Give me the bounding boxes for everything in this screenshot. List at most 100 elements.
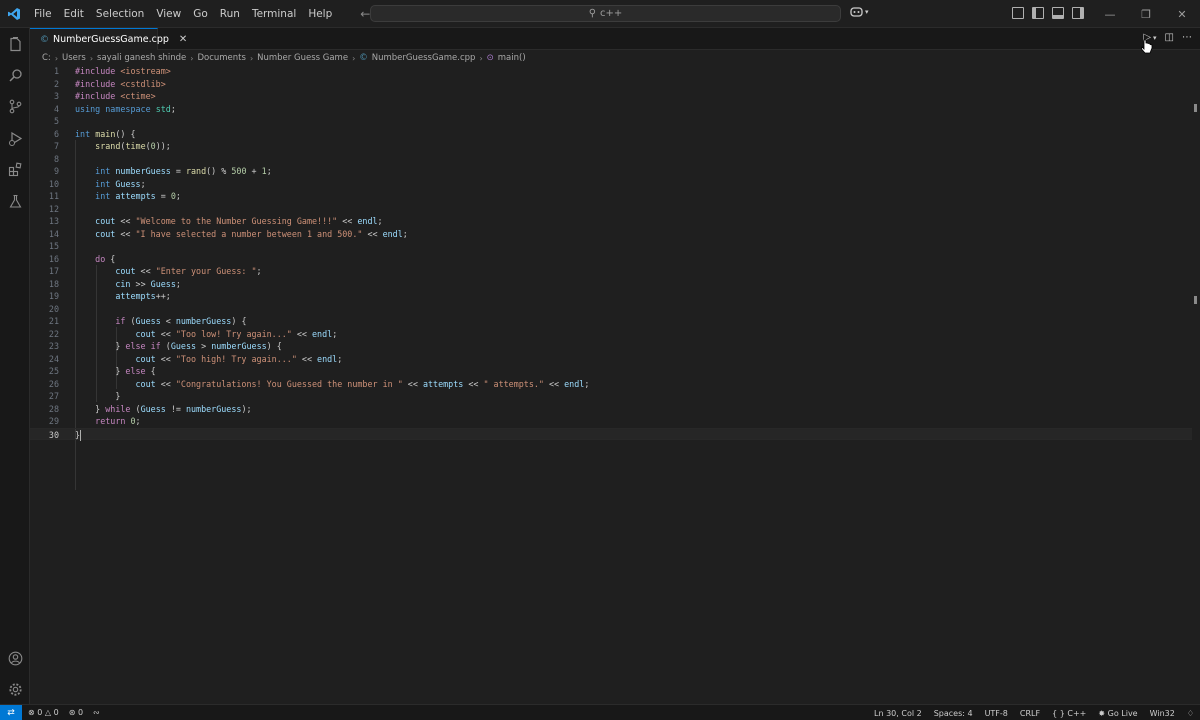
menu-file[interactable]: File (28, 0, 58, 28)
code-line[interactable]: 17 cout << "Enter your Guess: "; (30, 265, 1192, 278)
chevron-right-icon: › (352, 53, 356, 63)
code-line[interactable]: 7 srand(time(0)); (30, 140, 1192, 153)
line-number: 6 (53, 128, 59, 139)
language-mode[interactable]: { } C++ (1052, 709, 1086, 718)
breadcrumb-item[interactable]: sayali ganesh shinde (97, 53, 186, 63)
breadcrumb-item[interactable]: C: (42, 53, 51, 63)
code-line[interactable]: 13 cout << "Welcome to the Number Guessi… (30, 215, 1192, 228)
code-text: cout << "Congratulations! You Guessed th… (135, 378, 590, 389)
explorer-icon[interactable] (7, 36, 23, 52)
code-line[interactable]: 20 (30, 303, 1192, 316)
breadcrumb-item[interactable]: Users (62, 53, 86, 63)
code-line[interactable]: 12 (30, 203, 1192, 216)
code-text: } (75, 391, 121, 401)
code-line[interactable]: 29 return 0; (30, 415, 1192, 428)
code-line[interactable]: 22 cout << "Too low! Try again..." << en… (30, 328, 1192, 341)
tab-numberguessgame-cpp[interactable]: © NumberGuessGame.cpp ✕ (30, 28, 187, 50)
restore-icon[interactable]: ❐ (1128, 0, 1164, 28)
code-text: int numberGuess = rand() % 500 + 1; (95, 166, 272, 176)
code-line[interactable]: 6 int main() { (30, 128, 1192, 141)
line-number: 20 (48, 303, 59, 314)
line-number: 10 (48, 178, 59, 189)
menu-terminal[interactable]: Terminal (246, 0, 302, 28)
code-line[interactable]: 3 #include <ctime> (30, 90, 1192, 103)
breadcrumb-item[interactable]: NumberGuessGame.cpp (372, 53, 476, 63)
menu-edit[interactable]: Edit (58, 0, 90, 28)
title-bar: File Edit Selection View Go Run Terminal Help ←… (0, 0, 1200, 28)
code-line[interactable]: 15 (30, 240, 1192, 253)
minimize-icon[interactable]: — (1092, 0, 1128, 28)
back-arrow-icon[interactable]: ← (360, 7, 370, 21)
code-line[interactable]: 28 } while (Guess != numberGuess); (30, 403, 1192, 416)
code-line[interactable]: 1 #include <iostream> (30, 65, 1192, 78)
code-line[interactable]: 27 } (30, 390, 1192, 403)
ports-count: 0 (77, 708, 84, 717)
chevron-right-icon: › (479, 53, 483, 63)
settings-gear-icon[interactable] (7, 681, 23, 697)
code-line[interactable]: 10 int Guess; (30, 178, 1192, 191)
scrollbar-marker (1194, 296, 1197, 304)
code-line[interactable]: 30} (30, 427, 1192, 441)
remote-icon[interactable]: ⇄ (0, 704, 22, 720)
indentation[interactable]: Spaces: 4 (934, 709, 973, 718)
go-live-button[interactable]: ✸ Go Live (1098, 709, 1137, 718)
code-line[interactable]: 8 (30, 153, 1192, 166)
code-line[interactable]: 19 attempts++; (30, 290, 1192, 303)
close-icon[interactable]: ✕ (179, 34, 187, 45)
code-line[interactable]: 2 #include <cstdlib> (30, 78, 1192, 91)
notifications-bell-icon[interactable]: ♢ (1187, 709, 1194, 718)
code-line[interactable]: 4 using namespace std; (30, 103, 1192, 116)
code-line[interactable]: 24 cout << "Too high! Try again..." << e… (30, 353, 1192, 366)
toggle-primary-sidebar-icon[interactable] (1032, 7, 1044, 19)
line-number: 1 (53, 66, 59, 76)
problems-indicator[interactable]: ⊗ 0 △ 0 (28, 708, 59, 717)
line-number: 15 (48, 241, 59, 251)
menu-help[interactable]: Help (302, 0, 338, 28)
breadcrumb: C: › Users › sayali ganesh shinde › Documents ›… (42, 51, 526, 65)
testing-flask-icon[interactable] (7, 193, 23, 209)
breadcrumb-item[interactable]: Documents (197, 53, 245, 63)
toggle-secondary-sidebar-icon[interactable] (1072, 7, 1084, 19)
source-control-icon[interactable] (7, 98, 23, 114)
breadcrumb-item[interactable]: main() (498, 53, 526, 63)
chevron-down-icon[interactable]: ▾ (1153, 34, 1157, 42)
ports-icon: ⊛ (68, 708, 76, 717)
breadcrumb-item[interactable]: Number Guess Game (257, 53, 348, 63)
code-line[interactable]: 14 cout << "I have selected a number bet… (30, 228, 1192, 241)
code-line[interactable]: 11 int attempts = 0; (30, 190, 1192, 203)
menu-view[interactable]: View (150, 0, 187, 28)
split-editor-icon[interactable]: ◫ (1165, 32, 1174, 43)
code-text: using namespace std; (75, 103, 176, 114)
close-icon[interactable]: ✕ (1164, 0, 1200, 28)
code-line[interactable]: 16 do { (30, 253, 1192, 266)
encoding[interactable]: UTF-8 (985, 709, 1008, 718)
menu-go[interactable]: Go (187, 0, 214, 28)
line-number: 28 (48, 403, 59, 414)
end-of-line[interactable]: CRLF (1020, 709, 1040, 718)
run-debug-icon[interactable] (7, 130, 23, 146)
search-view-icon[interactable] (7, 67, 23, 83)
toggle-panel-icon[interactable] (1052, 7, 1064, 19)
platform[interactable]: Win32 (1150, 709, 1175, 718)
code-line[interactable]: 26 cout << "Congratulations! You Guessed… (30, 378, 1192, 391)
warning-icon: △ (44, 708, 52, 717)
cursor-position[interactable]: Ln 30, Col 2 (874, 709, 922, 718)
code-line[interactable]: 25 } else { (30, 365, 1192, 378)
line-number: 27 (48, 391, 59, 401)
broadcast-icon[interactable]: ∾ (93, 708, 100, 717)
extensions-icon[interactable] (7, 161, 23, 177)
customize-layout-icon[interactable] (1012, 7, 1024, 19)
more-actions-icon[interactable]: ⋯ (1182, 32, 1192, 43)
code-editor[interactable]: 1 #include <iostream> 2 #include <cstdlib> 3… (30, 65, 1192, 704)
code-line[interactable]: 23 } else if (Guess > numberGuess) { (30, 340, 1192, 353)
command-center-search[interactable]: ⚲ c++ (370, 5, 841, 22)
menu-run[interactable]: Run (214, 0, 246, 28)
ports-indicator[interactable]: ⊛ 0 (69, 708, 83, 717)
menu-selection[interactable]: Selection (90, 0, 150, 28)
copilot-button[interactable]: ▾ (850, 6, 869, 17)
code-line[interactable]: 18 cin >> Guess; (30, 278, 1192, 291)
accounts-icon[interactable] (7, 650, 23, 666)
code-line[interactable]: 21 if (Guess < numberGuess) { (30, 315, 1192, 328)
code-line[interactable]: 5 (30, 115, 1192, 128)
code-line[interactable]: 9 int numberGuess = rand() % 500 + 1; (30, 165, 1192, 178)
